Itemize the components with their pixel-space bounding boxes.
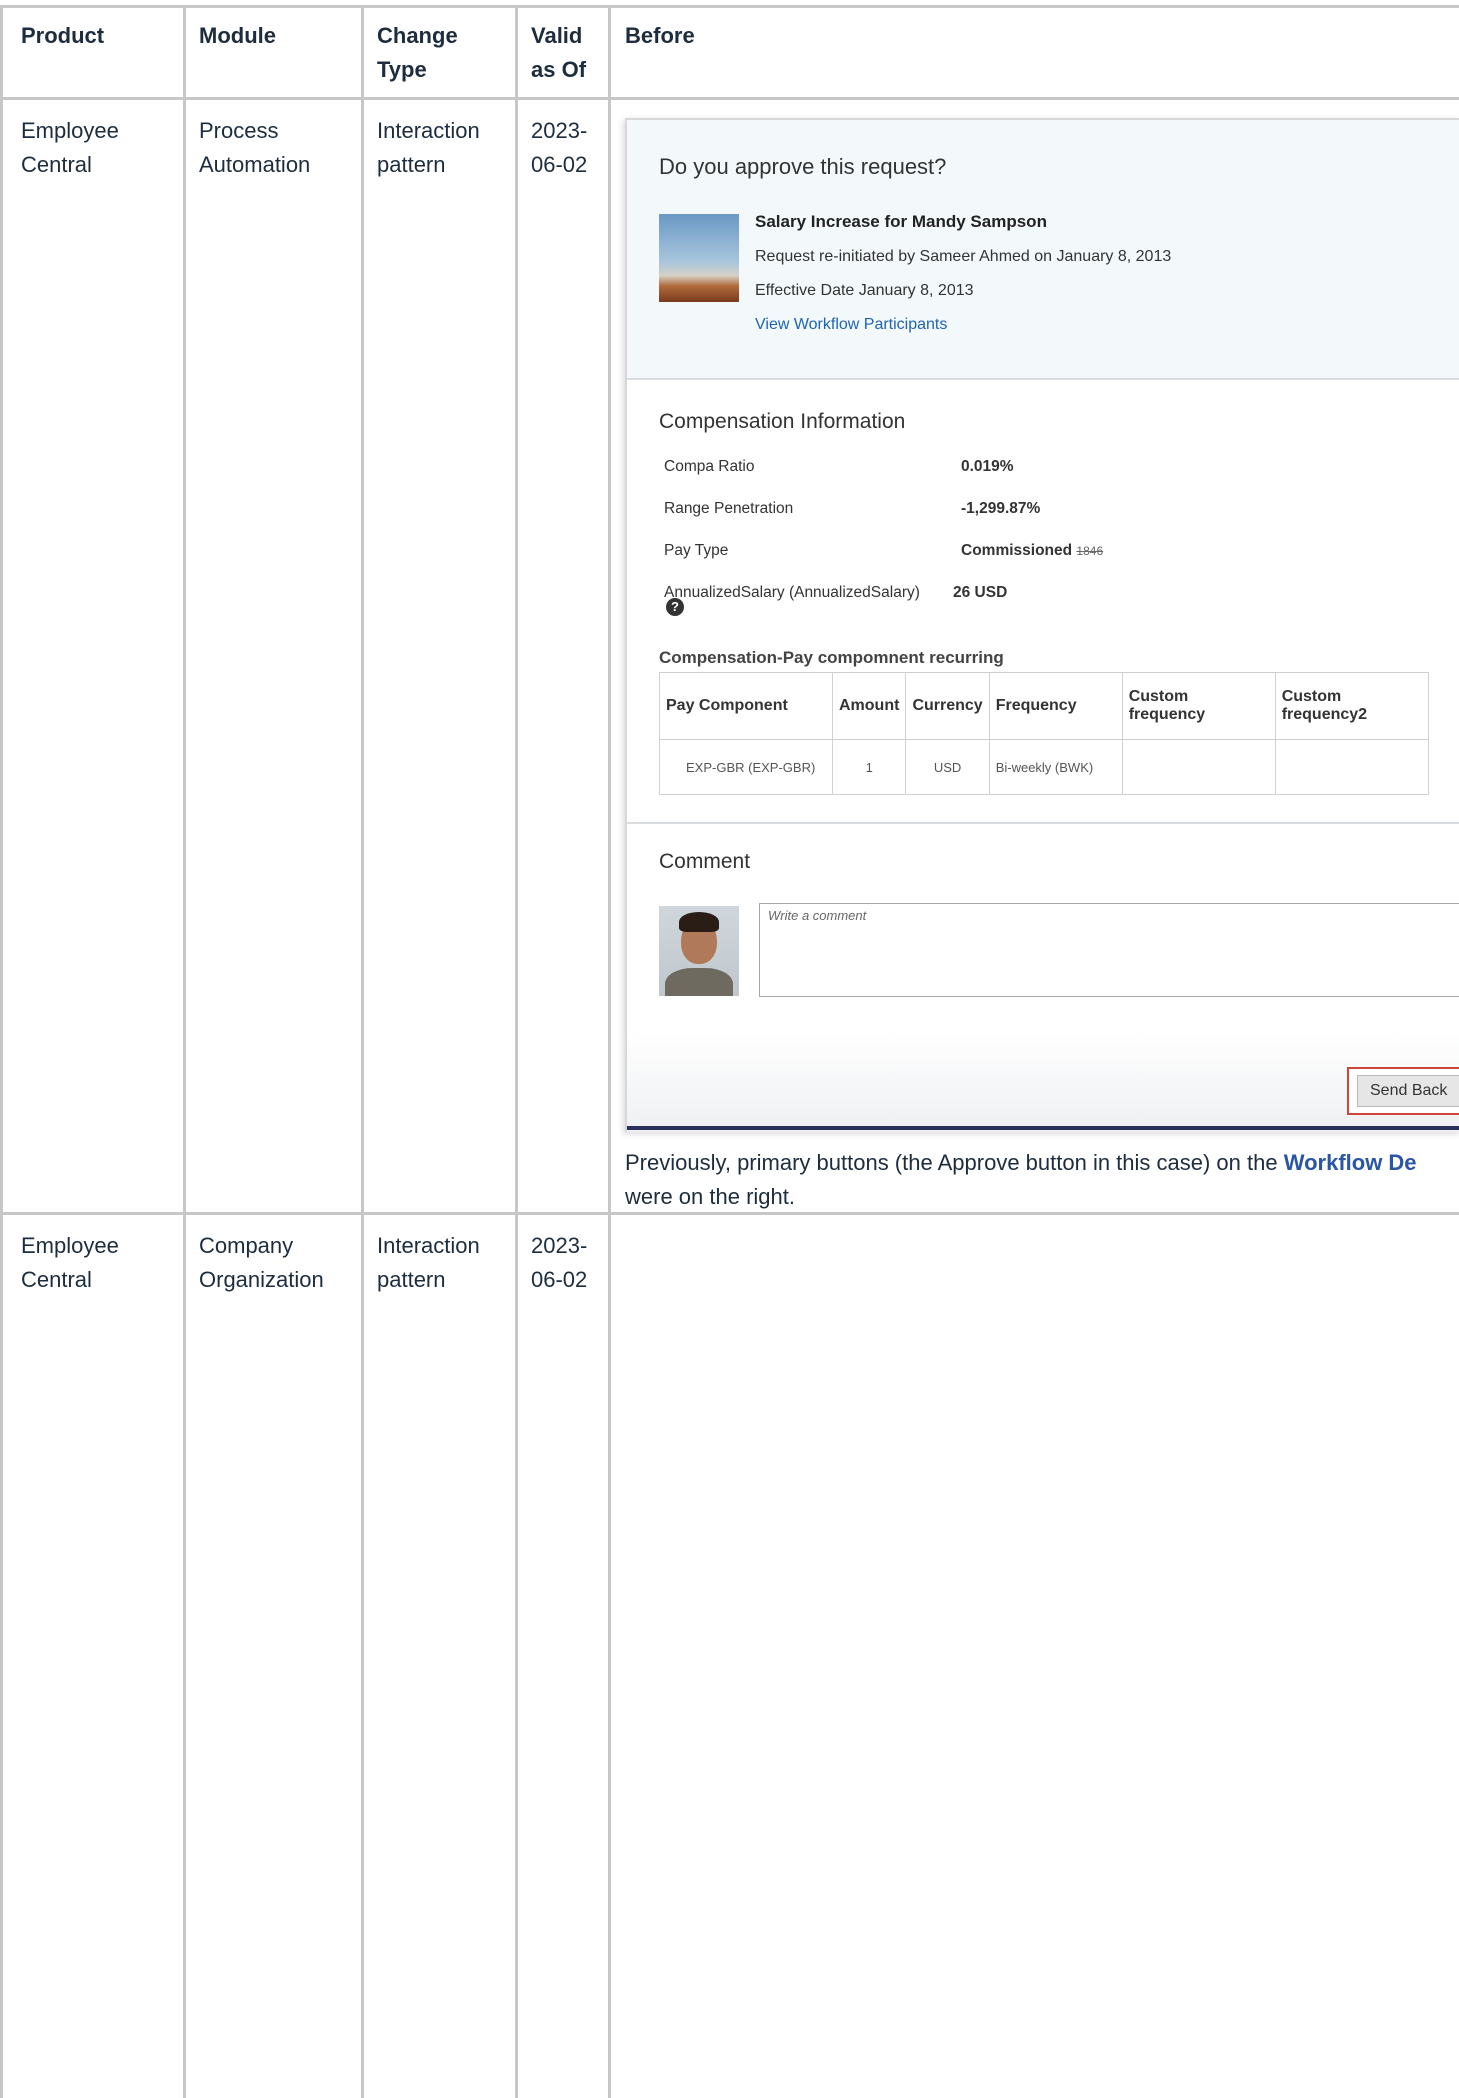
workflow-details-link[interactable]: Workflow De bbox=[1284, 1150, 1417, 1175]
table-header: Custom frequency2 bbox=[1274, 672, 1429, 740]
row-divider bbox=[0, 97, 1459, 100]
field-label: Compa Ratio bbox=[664, 458, 755, 475]
header-change-type-line1: Change bbox=[377, 23, 458, 48]
caption-text: Previously, primary buttons (the Approve… bbox=[625, 1150, 1284, 1175]
before-caption: Previously, primary buttons (the Approve… bbox=[625, 1146, 1417, 1214]
column-divider bbox=[515, 5, 518, 2098]
table-header: Custom frequency bbox=[1121, 672, 1276, 740]
cell-text: 06-02 bbox=[531, 152, 588, 177]
table-header: Currency bbox=[905, 672, 990, 740]
header-valid-line1: Valid bbox=[531, 23, 583, 48]
cell-text: 2023- bbox=[531, 118, 588, 143]
effective-date: Effective Date January 8, 2013 bbox=[755, 282, 974, 299]
table-row-2-valid-date: 2023- 06-02 bbox=[531, 1229, 587, 1297]
table-row-2-change-type: Interaction pattern bbox=[377, 1229, 480, 1297]
reinitiated-info: Request re-initiated by Sameer Ahmed on … bbox=[755, 248, 1172, 265]
field-value: 26 USD bbox=[953, 584, 1008, 601]
avatar-hair bbox=[679, 912, 719, 932]
request-thumbnail-image bbox=[659, 214, 739, 302]
cell-text: Employee bbox=[21, 118, 119, 143]
table-cell: USD bbox=[905, 739, 990, 795]
cell-text: Interaction bbox=[377, 1233, 480, 1258]
table-cell bbox=[1121, 739, 1276, 795]
header-valid-as-of: Valid as Of bbox=[531, 19, 586, 87]
pay-type-old-value: 1846 bbox=[1076, 544, 1104, 558]
header-valid-line2: as Of bbox=[531, 57, 587, 82]
field-label: AnnualizedSalary (AnnualizedSalary) bbox=[664, 584, 920, 601]
table-header: Frequency bbox=[988, 672, 1123, 740]
table-row-1-product: Employee Central bbox=[21, 114, 119, 182]
comment-section-title: Comment bbox=[659, 850, 751, 873]
view-workflow-participants-link[interactable]: View Workflow Participants bbox=[755, 316, 947, 334]
header-module: Module bbox=[199, 23, 276, 48]
compensation-section-title: Compensation Information bbox=[659, 410, 906, 433]
table-cell: 1 bbox=[831, 739, 907, 795]
cell-text: 2023- bbox=[531, 1233, 588, 1258]
field-value: 0.019% bbox=[961, 458, 1014, 475]
header-change-type-line2: Type bbox=[377, 57, 427, 82]
table-row-2-product: Employee Central bbox=[21, 1229, 119, 1297]
request-title: Salary Increase for Mandy Sampson bbox=[755, 212, 1047, 231]
comment-input[interactable]: Write a comment bbox=[759, 903, 1459, 997]
pay-component-table: Pay Component Amount Currency Frequency … bbox=[659, 672, 1429, 795]
column-divider bbox=[608, 5, 611, 2098]
row-divider bbox=[0, 5, 1459, 8]
pay-type-value: Commissioned bbox=[961, 542, 1073, 559]
before-screenshot: Do you approve this request? Salary Incr… bbox=[625, 118, 1459, 1132]
comment-placeholder: Write a comment bbox=[768, 908, 867, 923]
column-divider bbox=[0, 5, 3, 2098]
cell-text: Automation bbox=[199, 152, 311, 177]
footer-border bbox=[627, 1126, 1459, 1130]
cell-text: Interaction bbox=[377, 118, 480, 143]
request-header: Do you approve this request? Salary Incr… bbox=[627, 120, 1459, 380]
avatar bbox=[659, 906, 739, 996]
table-header: Amount bbox=[831, 672, 907, 740]
cell-text: Organization bbox=[199, 1267, 324, 1292]
footer-bar bbox=[627, 1032, 1459, 1132]
help-icon[interactable]: ? bbox=[666, 598, 684, 616]
cell-text: Central bbox=[21, 1267, 92, 1292]
table-cell: Bi-weekly (BWK) bbox=[988, 739, 1123, 795]
cell-text: Employee bbox=[21, 1233, 119, 1258]
cell-text: Central bbox=[21, 152, 92, 177]
cell-text: pattern bbox=[377, 152, 446, 177]
column-divider bbox=[183, 5, 186, 2098]
table-row-1-valid-date: 2023- 06-02 bbox=[531, 114, 587, 182]
field-value-paytype: Commissioned 1846 bbox=[961, 542, 1103, 560]
field-label: Range Penetration bbox=[664, 500, 794, 517]
cell-text: 06-02 bbox=[531, 1267, 588, 1292]
table-cell: EXP-GBR (EXP-GBR) bbox=[659, 739, 833, 795]
column-divider bbox=[361, 5, 364, 2098]
table-cell bbox=[1274, 739, 1429, 795]
avatar-body bbox=[665, 968, 733, 996]
cell-text: Process bbox=[199, 118, 279, 143]
pay-component-section-title: Compensation-Pay compomnent recurring bbox=[659, 648, 1004, 667]
caption-line-1: Previously, primary buttons (the Approve… bbox=[625, 1146, 1417, 1180]
header-change-type: Change Type bbox=[377, 19, 458, 87]
cell-text: pattern bbox=[377, 1267, 446, 1292]
field-label: Pay Type bbox=[664, 542, 729, 559]
header-before: Before bbox=[625, 23, 695, 48]
send-back-button[interactable]: Send Back bbox=[1357, 1075, 1459, 1107]
send-back-highlight: Send Back bbox=[1347, 1067, 1459, 1115]
approval-question: Do you approve this request? bbox=[659, 154, 947, 179]
header-product: Product bbox=[21, 23, 105, 48]
field-value: -1,299.87% bbox=[961, 500, 1041, 517]
cell-text: Company bbox=[199, 1233, 294, 1258]
section-divider bbox=[627, 822, 1459, 824]
table-row-1-change-type: Interaction pattern bbox=[377, 114, 480, 182]
table-header: Pay Component bbox=[659, 672, 833, 740]
caption-line-2: were on the right. bbox=[625, 1184, 795, 1209]
table-row-2-module: Company Organization bbox=[199, 1229, 324, 1297]
table-row-1-module: Process Automation bbox=[199, 114, 310, 182]
